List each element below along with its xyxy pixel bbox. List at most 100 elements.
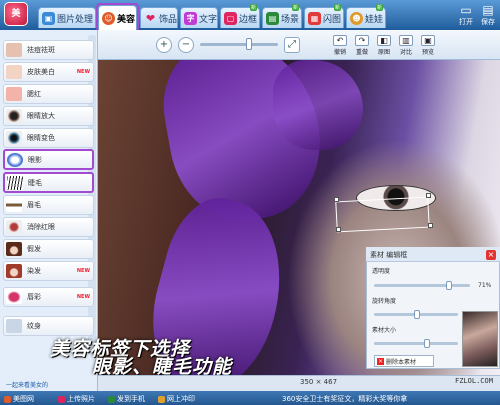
flash-icon: ▦ [308, 11, 321, 25]
eyebrow-icon [6, 198, 22, 212]
opacity-slider-track[interactable] [374, 284, 470, 287]
opacity-label: 透明度 [372, 268, 391, 275]
sidebar-item-skin-whitening[interactable]: 皮肤美白 NEW [3, 62, 94, 82]
sidebar-footer-link[interactable]: 一起来看美女的 [6, 380, 48, 389]
picture-icon: ▣ [42, 11, 55, 25]
tab-picture-processing[interactable]: ▣ 图片处理 [38, 7, 96, 28]
heart-icon: ❤ [145, 11, 156, 25]
blush-icon [6, 87, 22, 101]
new-badge: 新 [375, 4, 383, 11]
new-badge: NEW [76, 294, 90, 300]
sidebar-item-eye-enlarge[interactable]: 眼睛放大 [3, 106, 94, 126]
original-icon: ◧ [377, 35, 391, 46]
frame-icon: ▢ [224, 11, 237, 25]
skin-icon [6, 65, 22, 79]
phone-icon [108, 395, 115, 403]
sidebar-item-red-eye-removal[interactable]: 消除红眼 [3, 217, 94, 237]
delete-icon: × [377, 357, 384, 365]
original-button[interactable]: ◧ 原图 [374, 35, 394, 56]
zoom-slider-track[interactable] [200, 43, 278, 46]
size-slider-track[interactable] [374, 342, 458, 345]
resize-handle[interactable] [426, 193, 431, 198]
sidebar-item-eyelashes[interactable]: 睫毛 [3, 172, 94, 193]
doll-icon: ☻ [350, 11, 363, 25]
resize-handle[interactable] [428, 223, 433, 228]
redo-icon: ↷ [355, 35, 369, 46]
open-button[interactable]: ▭ 打开 [455, 4, 477, 27]
sidebar-item-blush[interactable]: 腮红 [3, 84, 94, 104]
size-label: 素材大小 [372, 327, 397, 334]
print-icon [158, 395, 165, 403]
rotation-slider-handle[interactable] [414, 310, 420, 319]
sidebar-item-wig[interactable]: 假发 [3, 239, 94, 259]
tab-beauty-highlight [96, 3, 139, 32]
sidebar-item-acne-removal[interactable]: 祛痘祛斑 [3, 40, 94, 60]
new-badge: NEW [76, 69, 90, 75]
open-icon: ▭ [460, 3, 472, 17]
tab-flash[interactable]: ▦ 闪图新 [304, 4, 344, 28]
image-info-bar [98, 375, 500, 391]
material-selection-box[interactable] [335, 196, 430, 233]
new-badge: 新 [333, 4, 341, 11]
watermark: FZLOL.COM [455, 377, 493, 385]
zoom-out-button[interactable]: − [178, 37, 194, 53]
zoom-in-button[interactable]: + [156, 37, 172, 53]
tattoo-icon [6, 319, 22, 333]
eye-color-icon [6, 131, 22, 145]
red-eye-icon [6, 220, 22, 234]
eye-icon [6, 109, 22, 123]
delete-material-button[interactable]: × 删除本素材 [374, 355, 434, 367]
eyelash-icon [7, 175, 23, 190]
meitu-icon [4, 395, 11, 403]
opacity-value: 71% [478, 282, 492, 289]
compare-icon: ▥ [399, 35, 413, 46]
new-badge: 新 [249, 4, 257, 11]
opacity-slider-handle[interactable] [446, 281, 452, 290]
redo-button[interactable]: ↷ 重做 [352, 35, 372, 56]
online-print-link[interactable]: 网上冲印 [158, 394, 195, 404]
rotation-label: 旋转角度 [372, 298, 397, 305]
notice-link[interactable]: 360安全卫士有奖征文，精彩大奖等你拿 [282, 394, 407, 404]
send-to-phone-link[interactable]: 发到手机 [108, 394, 145, 404]
upload-icon [58, 395, 65, 403]
hair-dye-icon [6, 264, 22, 278]
sidebar-item-eyebrows[interactable]: 眉毛 [3, 195, 94, 215]
wig-icon [6, 242, 22, 256]
save-icon: ▤ [482, 3, 494, 17]
text-icon: 字 [184, 11, 197, 25]
fit-screen-button[interactable]: ⤢ [284, 37, 300, 53]
tab-frame[interactable]: ▢ 边框新 [220, 4, 260, 28]
preview-icon: ▣ [421, 35, 435, 46]
undo-button[interactable]: ↶ 撤销 [330, 35, 350, 56]
tab-accessories[interactable]: ❤ 饰品 [140, 7, 178, 28]
zoom-slider-handle[interactable] [246, 38, 252, 50]
app-logo: 美 [4, 2, 28, 26]
lips-icon [6, 290, 22, 304]
undo-icon: ↶ [333, 35, 347, 46]
sidebar-item-tattoo[interactable]: 纹身 [3, 316, 94, 336]
image-dimensions: 350 × 467 [300, 378, 338, 386]
acne-icon [6, 43, 22, 57]
tab-doll[interactable]: ☻ 娃娃新 [346, 4, 386, 28]
new-badge: NEW [76, 268, 90, 274]
scene-icon: ▤ [266, 11, 279, 25]
upload-photo-link[interactable]: 上传照片 [58, 394, 95, 404]
sidebar-item-hair-dye[interactable]: 染发 NEW [3, 261, 94, 281]
eye-shadow-icon [7, 152, 23, 167]
new-badge: 新 [291, 4, 299, 11]
save-button[interactable]: ▤ 保存 [477, 4, 499, 27]
compare-button[interactable]: ▥ 对比 [396, 35, 416, 56]
sidebar-item-eye-shadow[interactable]: 眼影 [3, 149, 94, 170]
resize-handle[interactable] [336, 227, 341, 232]
tab-text[interactable]: 字文字 [180, 7, 218, 28]
material-panel-title: 素材 编辑框 [366, 247, 500, 262]
meitu-site-link[interactable]: 美图网 [4, 394, 34, 404]
preview-button[interactable]: ▣ 预览 [418, 35, 438, 56]
sidebar-item-lip-gloss[interactable]: 唇彩 NEW [3, 287, 94, 307]
size-slider-handle[interactable] [424, 339, 430, 348]
material-preview-thumbnail [462, 311, 498, 367]
close-icon[interactable]: × [486, 250, 496, 260]
tab-scene[interactable]: ▤ 场景新 [262, 4, 302, 28]
resize-handle[interactable] [334, 197, 339, 202]
sidebar-item-eye-color[interactable]: 眼睛变色 [3, 128, 94, 148]
